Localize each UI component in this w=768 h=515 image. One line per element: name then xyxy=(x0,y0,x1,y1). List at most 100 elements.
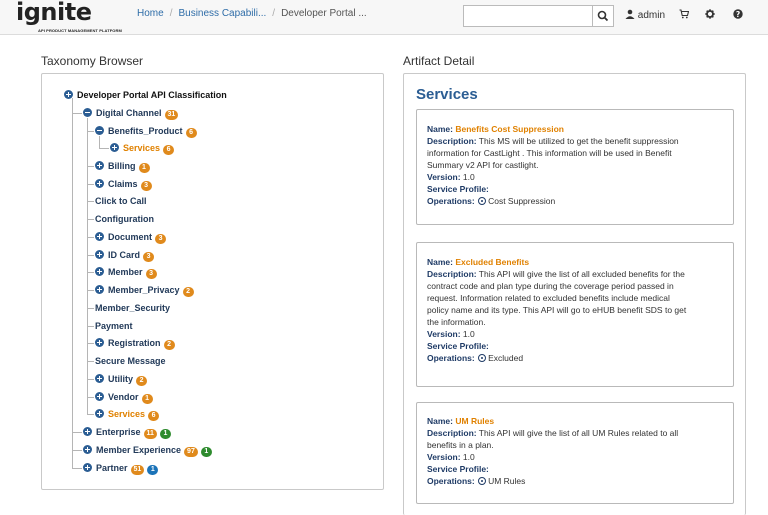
tree-node-registration[interactable]: Registration 2 xyxy=(95,336,175,350)
operation-name: UM Rules xyxy=(488,476,526,486)
tree-node-digital-channel[interactable]: Digital Channel 31 xyxy=(83,106,179,120)
ignite-logo[interactable]: ignite API PRODUCT MANAGEMENT PLATFORM xyxy=(16,0,126,34)
service-name[interactable]: Excluded Benefits xyxy=(455,257,529,267)
tree-node-utility[interactable]: Utility 2 xyxy=(95,372,148,386)
expand-icon[interactable] xyxy=(83,463,92,472)
tree-connector xyxy=(72,468,82,469)
service-profile-label: Service Profile: xyxy=(427,464,489,474)
card-service-profile-row: Service Profile: xyxy=(427,183,723,195)
tree-node-benefits-product[interactable]: Benefits_Product 6 xyxy=(95,124,197,138)
tree-node-member-privacy[interactable]: Member_Privacy 2 xyxy=(95,283,194,297)
expand-icon[interactable] xyxy=(83,427,92,436)
tree-node-label: Member xyxy=(108,267,143,277)
expand-icon[interactable] xyxy=(64,90,73,99)
tree-node-label: Enterprise xyxy=(96,427,141,437)
breadcrumb-current: Developer Portal ... xyxy=(281,8,367,19)
expand-icon[interactable] xyxy=(95,267,104,276)
operation-radio-icon[interactable] xyxy=(478,197,487,205)
search-input[interactable] xyxy=(463,5,592,27)
version-label: Version: xyxy=(427,329,461,339)
tree-node-label: Configuration xyxy=(95,214,154,224)
expand-icon[interactable] xyxy=(95,179,104,188)
description-text: Summary v2 API for castlight. xyxy=(427,160,539,170)
service-profile-label: Service Profile: xyxy=(427,341,489,351)
expand-icon[interactable] xyxy=(95,232,104,241)
card-name-row: Name: Excluded Benefits xyxy=(427,256,723,268)
expand-icon[interactable] xyxy=(83,445,92,454)
tree-node-secure-message[interactable]: Secure Message xyxy=(95,354,166,368)
tree-node-label: Digital Channel xyxy=(96,108,162,118)
collapse-icon[interactable] xyxy=(95,126,104,135)
artifact-heading: Services xyxy=(416,86,478,103)
tree-node-enterprise[interactable]: Enterprise 11 1 xyxy=(83,425,171,439)
operation-radio-icon[interactable] xyxy=(478,354,487,362)
expand-icon[interactable] xyxy=(95,409,104,418)
tree-node-partner[interactable]: Partner 51 1 xyxy=(83,461,159,475)
card-description-row: Description: This API will give the list… xyxy=(427,268,723,280)
search-button[interactable] xyxy=(592,5,614,27)
tree-node-label: Partner xyxy=(96,463,128,473)
tree-node-document[interactable]: Document 3 xyxy=(95,230,167,244)
service-name[interactable]: Benefits Cost Suppression xyxy=(455,124,564,134)
expand-icon[interactable] xyxy=(110,143,119,152)
count-badge: 1 xyxy=(159,429,171,439)
description-text: policy name and its type. This API will … xyxy=(427,305,687,315)
tree-node-configuration[interactable]: Configuration xyxy=(95,212,154,226)
count-badge: 1 xyxy=(141,394,153,404)
tree-node-label: Member_Privacy xyxy=(108,285,180,295)
help-button[interactable]: ? xyxy=(733,9,743,22)
tree-node-member-experience[interactable]: Member Experience 97 1 xyxy=(83,443,212,457)
tree-connector xyxy=(87,166,94,167)
tree-node-label: Billing xyxy=(108,161,136,171)
tree-node-label: Benefits_Product xyxy=(108,126,183,136)
version-value: 1.0 xyxy=(460,329,475,339)
tree-node-member[interactable]: Member 3 xyxy=(95,265,157,279)
breadcrumb-home[interactable]: Home xyxy=(137,8,164,19)
tree-node-vendor[interactable]: Vendor 1 xyxy=(95,390,153,404)
service-name[interactable]: UM Rules xyxy=(455,416,494,426)
svg-text:?: ? xyxy=(736,10,740,19)
expand-icon[interactable] xyxy=(95,161,104,170)
version-value: 1.0 xyxy=(460,452,475,462)
operation-radio-icon[interactable] xyxy=(478,477,487,485)
description-label: Description: xyxy=(427,136,477,146)
cart-button[interactable] xyxy=(679,9,690,22)
tree-node-label: Developer Portal API Classification xyxy=(77,90,227,100)
user-icon xyxy=(625,9,635,19)
tree-connector xyxy=(87,343,94,344)
tree-node-label: Document xyxy=(108,232,153,242)
tree-node-claims[interactable]: Claims 3 xyxy=(95,177,152,191)
tree-node-billing[interactable]: Billing 1 xyxy=(95,159,150,173)
tree-node-payment[interactable]: Payment xyxy=(95,319,133,333)
breadcrumb-business-capability[interactable]: Business Capabili... xyxy=(178,8,266,19)
tree-node-id-card[interactable]: ID Card 3 xyxy=(95,248,155,262)
tree-node-member-security[interactable]: Member_Security xyxy=(95,301,170,315)
tree-node-developer-portal-api-classification[interactable]: Developer Portal API Classification xyxy=(64,88,227,102)
count-badge: 97 xyxy=(184,447,198,457)
operations-label: Operations: xyxy=(427,353,475,363)
tree-node-click-to-call[interactable]: Click to Call xyxy=(95,194,147,208)
expand-icon[interactable] xyxy=(95,338,104,347)
settings-button[interactable] xyxy=(705,9,715,22)
description-text: request. Information related to excluded… xyxy=(427,293,670,303)
operation-name: Cost Suppression xyxy=(488,196,556,206)
expand-icon[interactable] xyxy=(95,285,104,294)
gear-icon xyxy=(705,9,715,19)
tree-connector xyxy=(87,201,94,202)
card-version-row: Version: 1.0 xyxy=(427,451,723,463)
tree-node-label: Registration xyxy=(108,338,161,348)
collapse-icon[interactable] xyxy=(83,108,92,117)
tree-node-services[interactable]: Services 6 xyxy=(95,407,160,421)
tree-node-services[interactable]: Services 6 xyxy=(110,141,175,155)
expand-icon[interactable] xyxy=(95,374,104,383)
count-badge: 2 xyxy=(163,340,175,350)
logo-wordmark: ignite xyxy=(16,0,92,26)
service-profile-label: Service Profile: xyxy=(427,184,489,194)
expand-icon[interactable] xyxy=(95,250,104,259)
expand-icon[interactable] xyxy=(95,392,104,401)
user-menu[interactable]: admin xyxy=(625,9,665,21)
taxonomy-browser-title: Taxonomy Browser xyxy=(41,54,144,68)
description-label: Description: xyxy=(427,269,477,279)
tree-connector xyxy=(87,219,94,220)
tree-connector xyxy=(72,98,73,468)
